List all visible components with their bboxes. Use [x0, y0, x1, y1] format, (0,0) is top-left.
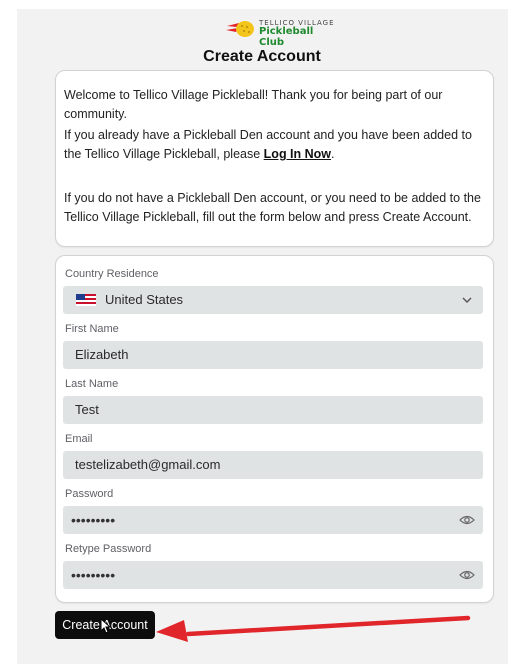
country-label: Country Residence [65, 268, 159, 280]
log-in-now-link[interactable]: Log In Now [264, 147, 331, 161]
retype-password-input[interactable]: ••••••••• [63, 561, 483, 589]
us-flag-icon [76, 294, 96, 306]
annotation-arrow-icon [156, 615, 471, 642]
email-label: Email [65, 433, 93, 445]
create-instructions-text: If you do not have a Pickleball Den acco… [64, 191, 481, 224]
logo-line2: Pickleball Club [259, 26, 314, 48]
eye-icon[interactable] [459, 568, 475, 582]
email-value: testelizabeth@gmail.com [75, 457, 221, 472]
last-name-label: Last Name [65, 378, 119, 390]
password-value: ••••••••• [71, 512, 116, 528]
retype-password-value: ••••••••• [71, 567, 116, 583]
email-input[interactable]: testelizabeth@gmail.com [63, 451, 483, 479]
login-paragraph: If you already have a Pickleball Den acc… [64, 126, 484, 164]
first-name-input[interactable]: Elizabeth [63, 341, 483, 369]
last-name-input[interactable]: Test [63, 396, 483, 424]
country-select[interactable]: United States [63, 286, 483, 314]
last-name-value: Test [75, 402, 99, 417]
login-text-after: . [331, 147, 335, 161]
first-name-label: First Name [65, 323, 119, 335]
password-label: Password [65, 488, 114, 500]
password-input[interactable]: ••••••••• [63, 506, 483, 534]
chevron-down-icon [462, 297, 472, 303]
welcome-text: Welcome to Tellico Village Pickleball! T… [64, 88, 443, 121]
page-title: Create Account [203, 48, 321, 65]
club-logo: TELLICO VILLAGE Pickleball Club [225, 18, 335, 48]
country-value: United States [105, 292, 184, 307]
signup-form: Country Residence United States First Na… [55, 255, 494, 603]
mouse-cursor-icon [101, 619, 111, 634]
eye-icon[interactable] [459, 513, 475, 527]
first-name-value: Elizabeth [75, 347, 129, 362]
pickleball-logo-icon [226, 21, 254, 37]
info-card: Welcome to Tellico Village Pickleball! T… [55, 70, 494, 247]
retype-password-label: Retype Password [65, 543, 152, 555]
